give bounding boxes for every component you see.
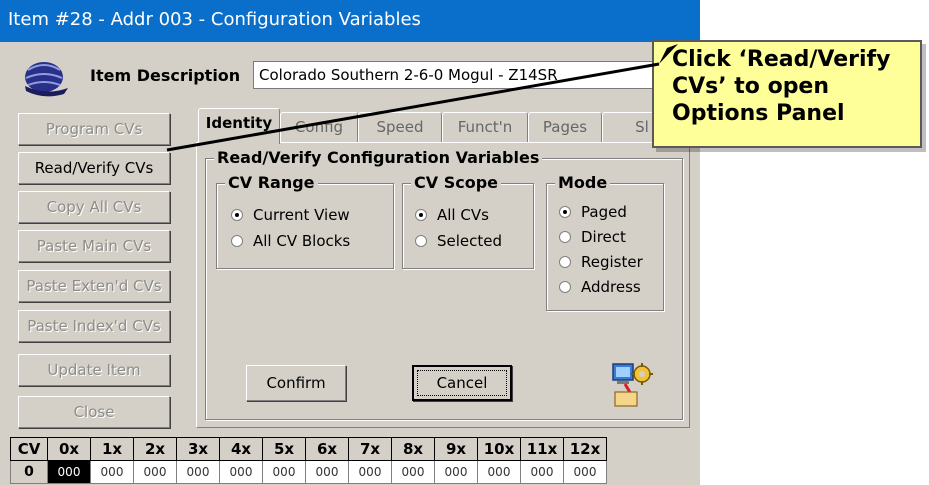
table-row: 0 000 000 000 000 000 000 000 000 000 00…: [10, 460, 607, 484]
radio-register[interactable]: Register: [559, 253, 643, 271]
cv-cell[interactable]: 000: [133, 460, 177, 484]
column-header: 11x: [520, 437, 564, 461]
column-header: 0x: [47, 437, 91, 461]
radio-paged[interactable]: Paged: [559, 203, 627, 221]
title-bar[interactable]: Item #28 - Addr 003 - Configuration Vari…: [0, 0, 700, 42]
cancel-button[interactable]: Cancel: [412, 365, 512, 401]
callout-line: CVs’ to open: [672, 74, 830, 99]
close-button[interactable]: Close: [18, 396, 170, 428]
radio-current-view[interactable]: Current View: [231, 206, 350, 224]
radio-dot-icon: [415, 235, 427, 247]
cv-cell[interactable]: 000: [563, 460, 607, 484]
callout-line: Click ‘Read/Verify: [672, 47, 891, 72]
tab-identity[interactable]: Identity: [198, 108, 280, 144]
tab-speed[interactable]: Speed: [358, 112, 442, 142]
cv-cell[interactable]: 000: [47, 460, 91, 484]
cv-cell[interactable]: 000: [305, 460, 349, 484]
radio-dot-icon: [231, 209, 243, 221]
tab-panel: Read/Verify Configuration Variables CV R…: [196, 142, 690, 428]
radio-label: Register: [581, 253, 643, 271]
cv-table: CV 0x 1x 2x 3x 4x 5x 6x 7x 8x 9x 10x 11x…: [10, 437, 607, 484]
radio-dot-icon: [559, 256, 571, 268]
confirm-button[interactable]: Confirm: [246, 365, 346, 401]
paste-main-cvs-button[interactable]: Paste Main CVs: [18, 230, 170, 262]
cv-cell[interactable]: 000: [477, 460, 521, 484]
column-header: 6x: [305, 437, 349, 461]
column-header: CV: [10, 437, 48, 461]
item-description-label: Item Description: [90, 66, 241, 85]
radio-address[interactable]: Address: [559, 278, 641, 296]
radio-dot-icon: [559, 281, 571, 293]
radio-dot-icon: [231, 235, 243, 247]
read-verify-group-title: Read/Verify Configuration Variables: [214, 148, 543, 167]
tab-config[interactable]: Config: [280, 112, 358, 142]
radio-dot-icon: [559, 206, 571, 218]
row-header: 0: [10, 460, 48, 484]
cv-scope-title: CV Scope: [411, 173, 501, 192]
computer-gear-icon[interactable]: [611, 362, 653, 410]
window-title: Item #28 - Addr 003 - Configuration Vari…: [8, 9, 421, 30]
tab-functn[interactable]: Funct'n: [442, 112, 528, 142]
copy-all-cvs-button[interactable]: Copy All CVs: [18, 191, 170, 223]
radio-selected[interactable]: Selected: [415, 232, 502, 250]
column-header: 12x: [563, 437, 607, 461]
radio-label: All CV Blocks: [253, 232, 351, 250]
table-header-row: CV 0x 1x 2x 3x 4x 5x 6x 7x 8x 9x 10x 11x…: [10, 437, 607, 461]
cv-scope-group: CV Scope All CVs Selected: [402, 173, 534, 269]
radio-label: Paged: [581, 203, 627, 221]
mode-group: Mode Paged Direct Register Address: [546, 173, 664, 311]
item-description-field[interactable]: Colorado Southern 2-6-0 Mogul - Z14SR: [253, 61, 693, 89]
tab-pages[interactable]: Pages: [528, 112, 602, 142]
cv-cell[interactable]: 000: [262, 460, 306, 484]
read-verify-cvs-button[interactable]: Read/Verify CVs: [18, 152, 170, 184]
column-header: 2x: [133, 437, 177, 461]
cv-cell[interactable]: 000: [391, 460, 435, 484]
column-header: 7x: [348, 437, 392, 461]
radio-all-cv-blocks[interactable]: All CV Blocks: [231, 232, 350, 250]
engineer-cap-icon: [25, 62, 68, 97]
callout-line: Options Panel: [672, 101, 845, 126]
radio-label: Direct: [581, 228, 626, 246]
cv-cell[interactable]: 000: [434, 460, 478, 484]
radio-dot-icon: [415, 209, 427, 221]
cv-cell[interactable]: 000: [90, 460, 134, 484]
radio-label: Selected: [437, 232, 503, 250]
cv-range-group: CV Range Current View All CV Blocks: [216, 173, 394, 269]
column-header: 10x: [477, 437, 521, 461]
cv-cell[interactable]: 000: [520, 460, 564, 484]
column-header: 4x: [219, 437, 263, 461]
program-cvs-button[interactable]: Program CVs: [18, 113, 170, 145]
radio-label: Address: [581, 278, 641, 296]
mode-title: Mode: [555, 173, 611, 192]
cv-cell[interactable]: 000: [176, 460, 220, 484]
read-verify-group: Read/Verify Configuration Variables CV R…: [205, 148, 683, 420]
paste-indexd-cvs-button[interactable]: Paste Index'd CVs: [18, 310, 170, 342]
column-header: 3x: [176, 437, 220, 461]
column-header: 9x: [434, 437, 478, 461]
cv-cell[interactable]: 000: [348, 460, 392, 484]
paste-extend-cvs-button[interactable]: Paste Exten'd CVs: [18, 270, 170, 302]
radio-dot-icon: [559, 231, 571, 243]
radio-label: All CVs: [437, 206, 489, 224]
radio-all-cvs[interactable]: All CVs: [415, 206, 489, 224]
column-header: 1x: [90, 437, 134, 461]
update-item-button[interactable]: Update Item: [18, 354, 170, 386]
callout-box: Click ‘Read/Verify CVs’ to open Options …: [652, 40, 922, 148]
cv-window: Item #28 - Addr 003 - Configuration Vari…: [0, 0, 700, 485]
cv-range-title: CV Range: [225, 173, 318, 192]
radio-label: Current View: [253, 206, 350, 224]
column-header: 5x: [262, 437, 306, 461]
column-header: 8x: [391, 437, 435, 461]
radio-direct[interactable]: Direct: [559, 228, 626, 246]
cv-cell[interactable]: 000: [219, 460, 263, 484]
